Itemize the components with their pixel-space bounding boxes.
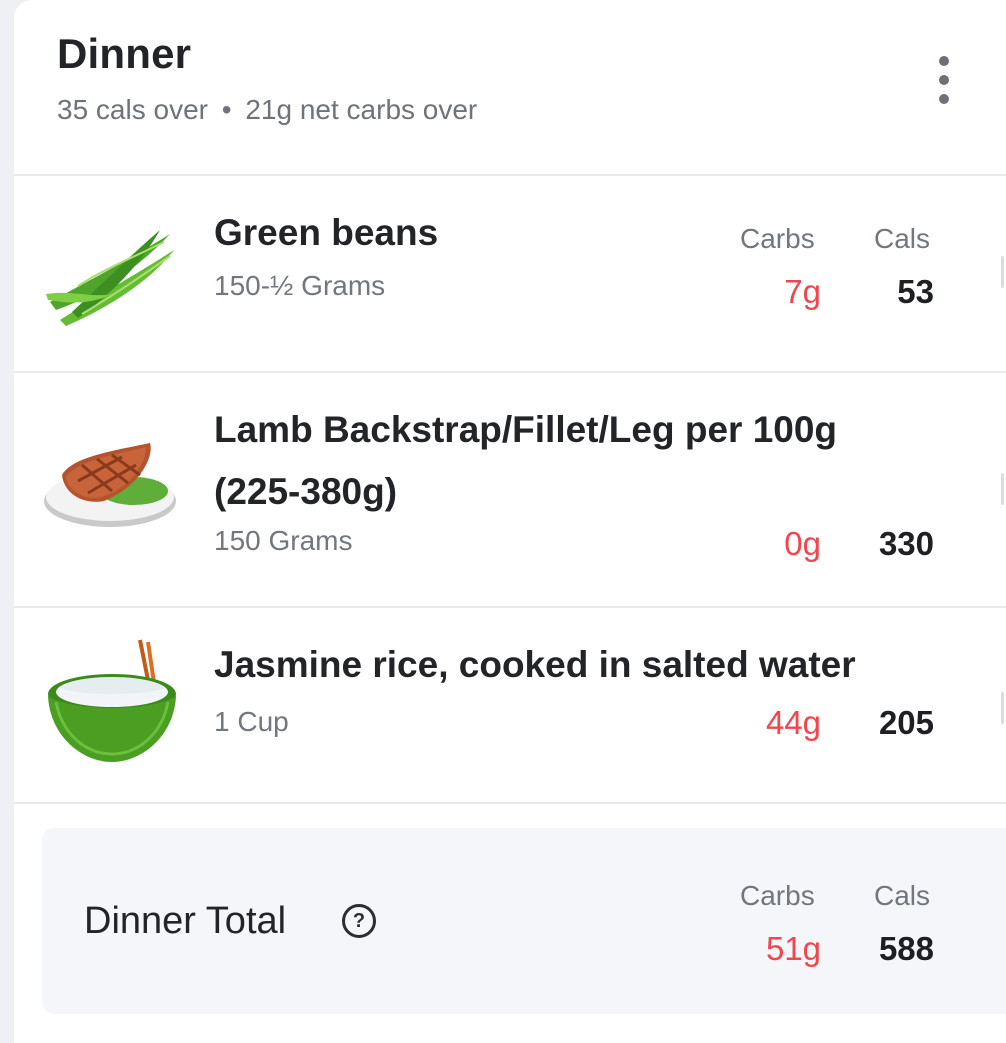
food-row-jasmine-rice[interactable]: Jasmine rice, cooked in salted water 1 C… [14, 608, 1006, 804]
food-name: Lamb Backstrap/Fillet/Leg per 100g (225-… [214, 409, 838, 512]
carbs-value: 0g [784, 525, 821, 562]
steak-plate-icon [42, 435, 182, 536]
summary-separator: • [221, 94, 232, 125]
food-quantity: 1 Cup [214, 706, 289, 737]
rice-bowl-icon [42, 636, 182, 781]
question-circle-icon[interactable]: ? [342, 904, 376, 938]
carbs-column-label: Carbs [740, 223, 815, 254]
row-edge-handle [1001, 256, 1004, 288]
row-edge-handle [1001, 692, 1004, 724]
total-label: Dinner Total [84, 900, 287, 942]
food-name: Jasmine rice, cooked in salted water [214, 644, 856, 685]
total-carbs-label: Carbs [740, 880, 815, 911]
carbs-value: 7g [784, 273, 821, 310]
total-carbs-value: 51g [765, 930, 821, 967]
green-beans-icon [42, 224, 182, 339]
food-row-green-beans[interactable]: Green beans 150-½ Grams Carbs Cals 7g 53 [14, 176, 1006, 373]
meal-header: Dinner 35 cals over • 21g net carbs over [14, 0, 1006, 176]
cals-value: 53 [897, 273, 934, 310]
row-edge-handle [1001, 473, 1004, 505]
total-cals-label: Cals [874, 880, 931, 911]
meal-card: Dinner 35 cals over • 21g net carbs over… [14, 0, 1006, 1043]
carbs-value: 44g [765, 704, 821, 741]
cals-column-label: Cals [874, 223, 931, 254]
meal-total-panel: Dinner Total ? Carbs Cals 51g 588 [42, 828, 1006, 1014]
cals-value: 330 [878, 525, 934, 562]
food-quantity: 150 Grams [214, 525, 353, 556]
food-row-lamb[interactable]: Lamb Backstrap/Fillet/Leg per 100g (225-… [14, 373, 1006, 608]
more-options-icon[interactable] [926, 54, 962, 106]
carbs-over-text: 21g net carbs over [245, 94, 478, 125]
food-quantity: 150-½ Grams [214, 270, 386, 301]
meal-summary: 35 cals over • 21g net carbs over [57, 94, 477, 126]
total-cals-value: 588 [878, 930, 934, 967]
cals-value: 205 [878, 704, 934, 741]
cals-over-text: 35 cals over [57, 94, 208, 125]
meal-title: Dinner [57, 30, 192, 77]
